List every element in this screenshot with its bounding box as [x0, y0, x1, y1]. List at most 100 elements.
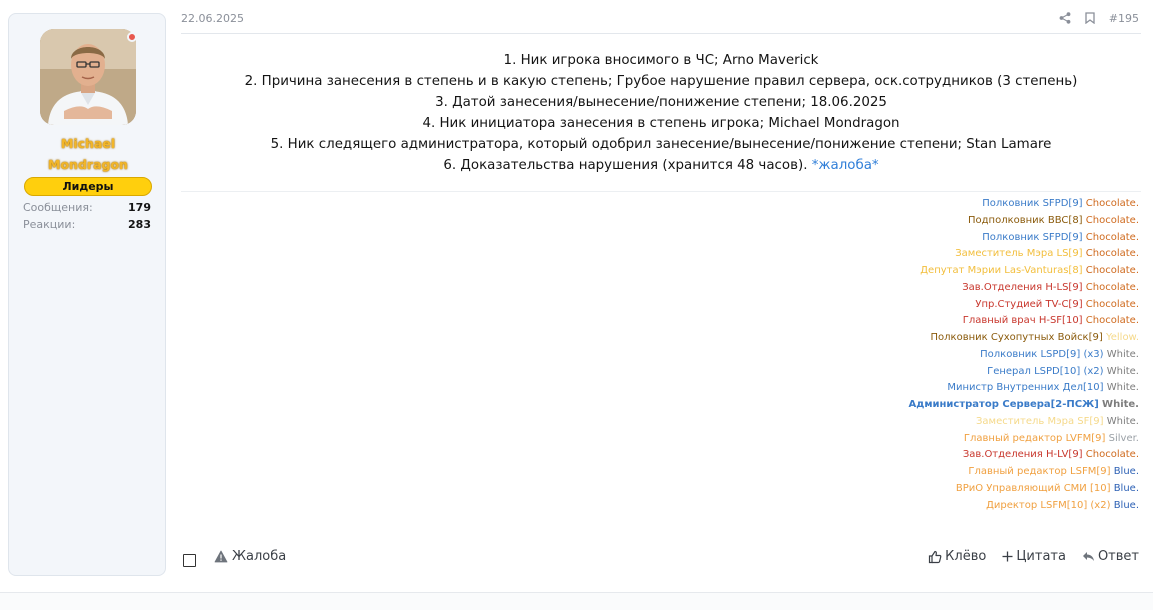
signature-row: Заместитель Мэра LS[9] Chocolate. — [909, 246, 1139, 263]
signature-tag: White. — [1106, 365, 1139, 377]
like-button[interactable]: Клёво — [928, 549, 986, 564]
signature-role: Полковник Сухопутных Войск[9] — [930, 332, 1103, 343]
signature-row: Подполковник BBC[8] Chocolate. — [909, 213, 1139, 230]
signature-row: Полковник LSPD[9] (x3) White. — [909, 347, 1139, 364]
message-line: 3. Датой занесения/вынесение/понижение с… — [435, 95, 887, 110]
signature-tag: Yellow. — [1105, 332, 1139, 343]
header-divider — [181, 33, 1141, 34]
stat-reactions: Реакции: 283 — [23, 218, 151, 232]
signature-tag: White. — [1102, 399, 1139, 410]
reply-label: Ответ — [1097, 549, 1139, 564]
signature-role: Депутат Мэрии Las-Vanturas[8] — [920, 265, 1083, 276]
thumbs-up-icon — [929, 550, 942, 563]
reply-arrow-icon — [1082, 552, 1094, 561]
signature-role: ВРиО Управляющий СМИ [10] — [955, 482, 1111, 494]
stat-label: Реакции: — [23, 218, 76, 231]
forum-post: Michael Mondragon Лидеры Сообщения: 179 … — [0, 0, 1153, 610]
report-button[interactable]: Жалоба — [214, 549, 286, 564]
bookmark-icon[interactable] — [1085, 12, 1095, 24]
avatar[interactable] — [40, 29, 136, 125]
next-post-edge — [0, 593, 1153, 610]
signature-role: Зав.Отделения H-LV[9] — [962, 449, 1083, 461]
stat-messages: Сообщения: 179 — [23, 201, 151, 215]
post-date[interactable]: 22.06.2025 — [181, 12, 244, 25]
signature-tag: Chocolate. — [1085, 315, 1139, 327]
signature-row: Депутат Мэрии Las-Vanturas[8] Chocolate. — [909, 263, 1139, 280]
avatar-container[interactable] — [40, 29, 137, 125]
signature-row: Администратор Сервера[2-ПСЖ] White. — [909, 397, 1139, 414]
signature-tag: Chocolate. — [1085, 198, 1139, 209]
signature-row: Главный редактор LSFM[9] Blue. — [909, 464, 1139, 481]
signature-divider — [181, 191, 1141, 192]
signature-row: Генерал LSPD[10] (x2) White. — [909, 364, 1139, 381]
signature-tag: White. — [1106, 415, 1139, 427]
reply-button[interactable]: Ответ — [1082, 549, 1139, 564]
signature-row: Директор LSFM[10] (x2) Blue. — [909, 498, 1139, 515]
signature-tag: Chocolate. — [1085, 265, 1139, 276]
signature-row: Полковник SFPD[9] Chocolate. — [909, 196, 1139, 213]
select-post-checkbox[interactable] — [183, 554, 196, 567]
complaint-link[interactable]: *жалоба* — [812, 158, 879, 173]
warning-icon — [214, 550, 228, 563]
signature-role: Зав.Отделения H-LS[9] — [962, 281, 1083, 293]
signature-row: Полковник Сухопутных Войск[9] Yellow. — [909, 330, 1140, 347]
username-line1[interactable]: Michael — [9, 133, 167, 154]
signature-role: Упр.Студией TV-C[9] — [975, 298, 1083, 310]
signature-row: Зав.Отделения H-LV[9] Chocolate. — [909, 447, 1139, 464]
signature-role: Генерал LSPD[10] (x2) — [987, 365, 1104, 377]
signature-row: Зав.Отделения H-LS[9] Chocolate. — [909, 280, 1139, 297]
user-panel: Michael Mondragon Лидеры Сообщения: 179 … — [8, 13, 166, 576]
stat-value: 179 — [128, 201, 151, 214]
signature: Полковник SFPD[9] Chocolate. Подполковник… — [909, 196, 1139, 514]
signature-tag: Chocolate. — [1085, 281, 1139, 293]
signature-tag: Blue. — [1113, 466, 1139, 477]
quote-label: Цитата — [1016, 549, 1066, 564]
signature-row: Главный врач H-SF[10] Chocolate. — [909, 313, 1139, 330]
signature-tag: Chocolate. — [1085, 449, 1139, 461]
signature-role: Полковник LSPD[9] (x3) — [980, 348, 1104, 360]
message-line: 5. Ник следящего администратора, который… — [270, 137, 1052, 152]
signature-role: Директор LSFM[10] (x2) — [986, 499, 1111, 511]
signature-tag: Chocolate. — [1085, 298, 1139, 310]
stat-value: 283 — [128, 218, 151, 231]
signature-tag: White. — [1106, 348, 1139, 360]
signature-role: Полковник SFPD[9] — [982, 231, 1083, 243]
user-title-badge: Лидеры — [24, 177, 152, 196]
quote-button[interactable]: Цитата — [1002, 549, 1066, 564]
post-message: 1. Ник игрока вносимого в ЧС; Arno Maver… — [181, 50, 1141, 176]
signature-role: Подполковник BBC[8] — [967, 214, 1083, 226]
signature-tag: Blue. — [1113, 482, 1139, 494]
online-status-dot — [127, 32, 137, 42]
signature-role: Главный врач H-SF[10] — [962, 315, 1083, 327]
signature-role: Заместитель Мэра SF[9] — [976, 415, 1104, 427]
share-icon[interactable] — [1059, 12, 1071, 24]
signature-row: Полковник SFPD[9] Chocolate. — [909, 230, 1139, 247]
signature-tag: White. — [1106, 382, 1139, 394]
report-label: Жалоба — [232, 549, 287, 564]
post-number[interactable]: #195 — [1109, 12, 1139, 25]
evidence-text: 6. Доказательства нарушения (хранится 48… — [443, 158, 812, 173]
signature-row: Главный редактор LVFM[9] Silver. — [909, 431, 1139, 448]
signature-tag: Chocolate. — [1085, 231, 1139, 243]
signature-row: Упр.Студией TV-C[9] Chocolate. — [909, 297, 1139, 314]
message-line: 1. Ник игрока вносимого в ЧС; Arno Maver… — [503, 53, 819, 68]
signature-role: Заместитель Мэра LS[9] — [955, 248, 1083, 260]
message-line-evidence: 6. Доказательства нарушения (хранится 48… — [181, 155, 1141, 176]
username-line2[interactable]: Mondragon — [9, 154, 167, 175]
username[interactable]: Michael Mondragon — [9, 133, 167, 175]
signature-row: ВРиО Управляющий СМИ [10] Blue. — [909, 481, 1139, 498]
post-header-actions: #195 — [1059, 10, 1139, 26]
stat-label: Сообщения: — [23, 201, 93, 214]
signature-tag: Blue. — [1113, 499, 1139, 511]
plus-icon — [1002, 551, 1013, 562]
signature-row: Министр Внутренних Дел[10] White. — [909, 380, 1139, 397]
like-label: Клёво — [945, 549, 987, 564]
signature-role: Главный редактор LSFM[9] — [968, 466, 1111, 477]
message-line: 2. Причина занесения в степень и в какую… — [244, 74, 1078, 89]
signature-role: Главный редактор LVFM[9] — [963, 432, 1106, 444]
signature-role: Администратор Сервера[2-ПСЖ] — [908, 399, 1099, 410]
avatar-image — [40, 29, 136, 125]
message-line: 4. Ник инициатора занесения в степень иг… — [422, 116, 900, 131]
signature-role: Министр Внутренних Дел[10] — [947, 382, 1104, 394]
signature-row: Заместитель Мэра SF[9] White. — [909, 414, 1139, 431]
